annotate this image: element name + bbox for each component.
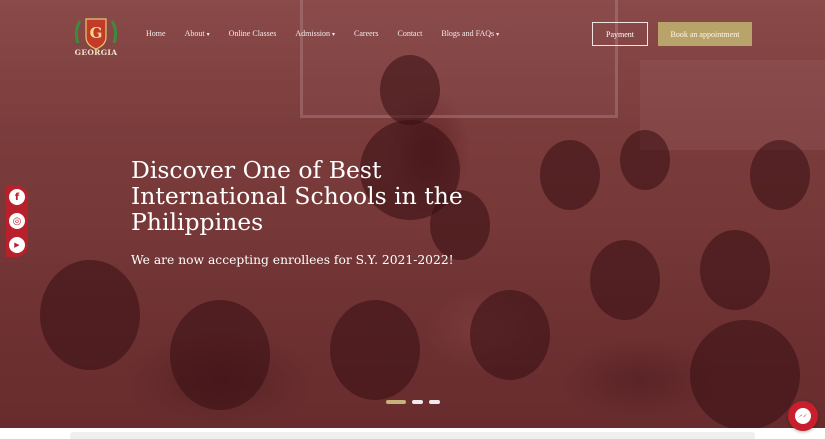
- student-figure: [750, 140, 810, 210]
- caret-down-icon: ▾: [496, 32, 500, 38]
- messenger-icon: [795, 408, 811, 424]
- nav-item-careers[interactable]: Careers: [354, 29, 378, 38]
- content-section-top: [0, 428, 825, 439]
- caret-down-icon: ▾: [206, 32, 210, 38]
- hero-subheading: We are now accepting enrollees for S.Y. …: [131, 253, 454, 267]
- student-figure: [690, 320, 800, 428]
- student-figure: [330, 300, 420, 400]
- book-appointment-button[interactable]: Book an appointment: [658, 22, 752, 46]
- messenger-chat-button[interactable]: [788, 401, 818, 431]
- nav-label: Careers: [354, 29, 379, 38]
- nav-label: Contact: [397, 29, 423, 38]
- instagram-icon[interactable]: ◎: [9, 213, 25, 229]
- classroom-whiteboard: [300, 0, 618, 118]
- student-figure: [620, 130, 670, 190]
- nav-item-contact[interactable]: Contact: [397, 29, 422, 38]
- nav-item-about[interactable]: About ▾: [185, 29, 210, 38]
- teacher-figure: [380, 55, 440, 125]
- nav-item-home[interactable]: Home: [146, 29, 166, 38]
- carousel-dot-3[interactable]: [429, 400, 440, 404]
- nav-item-admission[interactable]: Admission ▾: [295, 29, 335, 38]
- nav-label: About: [184, 29, 205, 38]
- logo-letter: G: [90, 24, 103, 42]
- carousel-dot-2[interactable]: [412, 400, 423, 404]
- facebook-icon[interactable]: f: [9, 189, 25, 205]
- main-navigation: Home About ▾ Online Classes Admission ▾ Ca…: [146, 29, 518, 38]
- logo-wordmark: GEORGIA: [74, 48, 118, 57]
- student-figure: [590, 240, 660, 320]
- content-card: [70, 432, 755, 439]
- student-figure: [700, 230, 770, 310]
- nav-label: Admission: [295, 29, 331, 38]
- nav-label: Online Classes: [228, 29, 277, 38]
- carousel-dot-1[interactable]: [386, 400, 406, 404]
- social-media-bar: f ◎ ▶: [6, 185, 28, 257]
- nav-item-online-classes[interactable]: Online Classes: [229, 29, 277, 38]
- nav-item-blogs-faqs[interactable]: Blogs and FAQs ▾: [441, 29, 499, 38]
- carousel-indicators: [386, 400, 440, 404]
- caret-down-icon: ▾: [332, 32, 336, 38]
- nav-label: Blogs and FAQs: [441, 29, 495, 38]
- payment-button[interactable]: Payment: [592, 22, 648, 46]
- student-figure: [470, 290, 550, 380]
- hero-heading: Discover One of Best International Schoo…: [131, 156, 463, 236]
- nav-label: Home: [146, 29, 166, 38]
- youtube-icon[interactable]: ▶: [9, 237, 25, 253]
- student-figure: [170, 300, 270, 410]
- student-figure: [40, 260, 140, 370]
- student-figure: [540, 140, 600, 210]
- classroom-shelf: [640, 60, 825, 150]
